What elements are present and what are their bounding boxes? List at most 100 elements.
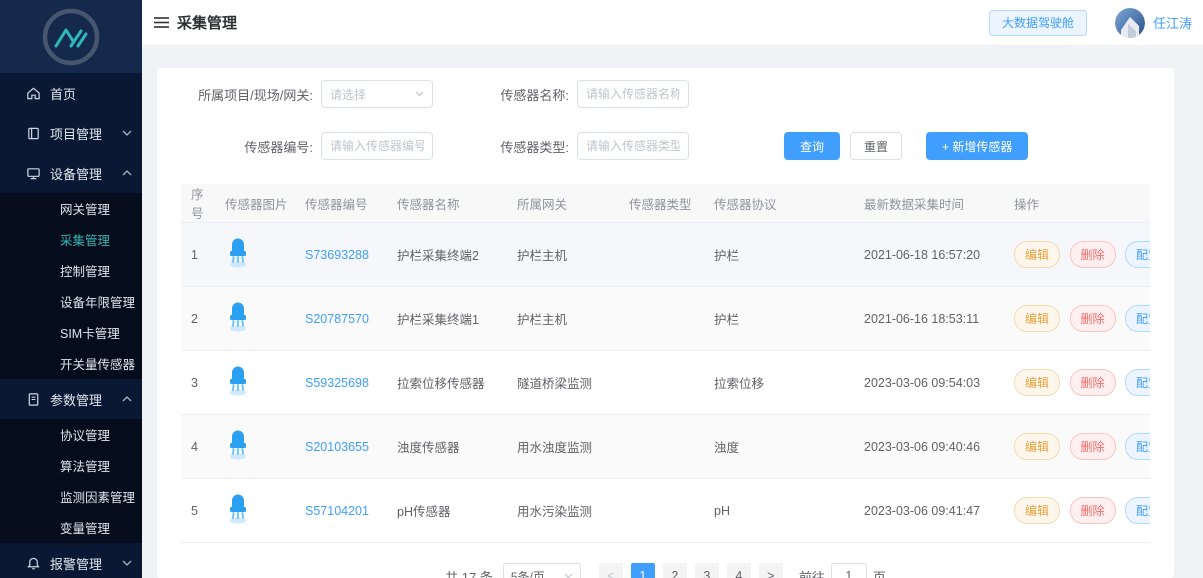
cell-index: 4 [181, 415, 215, 479]
table-row: 5 S57104201 pH传感器 用水污染监测 pH 2023-03-06 0… [181, 479, 1150, 543]
sidebar-item-label: 设备管理 [50, 164, 102, 183]
cell-protocol: 护栏 [704, 223, 854, 287]
project-select[interactable]: 请选择 [321, 80, 433, 108]
page-size-select[interactable]: 5条/页 [503, 563, 581, 578]
cell-code: S73693288 [295, 223, 387, 287]
cell-gateway: 护栏主机 [507, 287, 619, 351]
sidebar-item-variable-mgmt[interactable]: 变量管理 [0, 512, 142, 543]
cell-gateway: 护栏主机 [507, 223, 619, 287]
col-time: 最新数据采集时间 [854, 184, 1004, 223]
sidebar-item-device-age-mgmt[interactable]: 设备年限管理 [0, 286, 142, 317]
sidebar-item-alarm[interactable]: 报警管理 [0, 543, 142, 578]
sensor-code-input[interactable] [321, 132, 433, 160]
cell-type [619, 351, 704, 415]
chevron-up-icon [122, 170, 132, 176]
sidebar-item-protocol-mgmt[interactable]: 协议管理 [0, 419, 142, 450]
cell-code: S20787570 [295, 287, 387, 351]
bell-icon [26, 556, 41, 571]
avatar[interactable] [1115, 8, 1145, 38]
sidebar-item-params[interactable]: 参数管理 [0, 379, 142, 419]
big-data-dashboard-button[interactable]: 大数据驾驶舱 [989, 10, 1087, 36]
sidebar-item-monitor-factor-mgmt[interactable]: 监测因素管理 [0, 481, 142, 512]
top-header: 采集管理 大数据驾驶舱 任江涛 [142, 0, 1203, 45]
sidebar-item-collection-mgmt[interactable]: 采集管理 [0, 224, 142, 255]
table-row: 1 S73693288 护栏采集终端2 护栏主机 护栏 2021-06-18 1… [181, 223, 1150, 287]
cell-protocol: 护栏 [704, 287, 854, 351]
reset-button[interactable]: 重置 [850, 132, 902, 160]
sensor-icon [225, 366, 251, 396]
configure-range-button[interactable]: 配置量程 [1125, 433, 1150, 460]
delete-button[interactable]: 删除 [1070, 305, 1116, 332]
sensor-code-link[interactable]: S73693288 [305, 248, 369, 262]
table-body: 1 S73693288 护栏采集终端2 护栏主机 护栏 2021-06-18 1… [181, 223, 1150, 543]
cell-actions: 编辑 删除 配置量程 [1004, 351, 1150, 415]
cell-name: 护栏采集终端1 [387, 287, 507, 351]
configure-range-button[interactable]: 配置量程 [1125, 241, 1150, 268]
username[interactable]: 任江涛 [1153, 13, 1192, 32]
sidebar-item-switch-sensor[interactable]: 开关量传感器 [0, 348, 142, 379]
chevron-down-icon [564, 573, 573, 578]
cell-type [619, 287, 704, 351]
sensor-code-link[interactable]: S57104201 [305, 504, 369, 518]
page-button-1[interactable]: 1 [631, 563, 655, 578]
goto-page-input[interactable] [831, 563, 867, 578]
sensor-code-link[interactable]: S20103655 [305, 440, 369, 454]
sensor-code-link[interactable]: S20787570 [305, 312, 369, 326]
add-sensor-button[interactable]: + 新增传感器 [926, 132, 1028, 160]
hamburger-icon[interactable] [154, 16, 169, 29]
cell-type [619, 479, 704, 543]
project-select-placeholder: 请选择 [330, 86, 366, 103]
sensor-icon [225, 302, 251, 332]
cell-protocol: 拉索位移 [704, 351, 854, 415]
sidebar-item-home[interactable]: 首页 [0, 73, 142, 113]
col-type: 传感器类型 [619, 184, 704, 223]
sidebar-item-algorithm-mgmt[interactable]: 算法管理 [0, 450, 142, 481]
table-header: 序号 传感器图片 传感器编号 传感器名称 所属网关 传感器类型 传感器协议 最新… [181, 184, 1150, 223]
col-gateway: 所属网关 [507, 184, 619, 223]
cell-actions: 编辑 删除 配置量程 [1004, 287, 1150, 351]
delete-button[interactable]: 删除 [1070, 369, 1116, 396]
chevron-up-icon [122, 396, 132, 402]
sidebar-item-project[interactable]: 项目管理 [0, 113, 142, 153]
col-image: 传感器图片 [215, 184, 295, 223]
page-button-2[interactable]: 2 [663, 563, 687, 578]
edit-button[interactable]: 编辑 [1014, 305, 1060, 332]
chevron-down-icon [415, 91, 424, 97]
cell-protocol: 浊度 [704, 415, 854, 479]
edit-button[interactable]: 编辑 [1014, 433, 1060, 460]
sidebar-item-gateway-mgmt[interactable]: 网关管理 [0, 193, 142, 224]
sensor-icon [225, 430, 251, 460]
next-page-button[interactable]: > [759, 563, 783, 578]
page-button-4[interactable]: 4 [727, 563, 751, 578]
cell-image [215, 351, 295, 415]
sensor-code-link[interactable]: S59325698 [305, 376, 369, 390]
sensor-name-input[interactable] [577, 80, 689, 108]
edit-button[interactable]: 编辑 [1014, 497, 1060, 524]
cell-actions: 编辑 删除 配置量程 [1004, 223, 1150, 287]
delete-button[interactable]: 删除 [1070, 433, 1116, 460]
sidebar-item-control-mgmt[interactable]: 控制管理 [0, 255, 142, 286]
search-button[interactable]: 查询 [784, 132, 840, 160]
page-button-3[interactable]: 3 [695, 563, 719, 578]
cell-code: S20103655 [295, 415, 387, 479]
cell-gateway: 用水浊度监测 [507, 415, 619, 479]
edit-button[interactable]: 编辑 [1014, 369, 1060, 396]
sensor-type-input[interactable] [577, 132, 689, 160]
delete-button[interactable]: 删除 [1070, 241, 1116, 268]
main-area: 采集管理 大数据驾驶舱 任江涛 所属项目/现场/网关: [142, 0, 1203, 578]
cell-time: 2023-03-06 09:41:47 [854, 479, 1004, 543]
configure-range-button[interactable]: 配置量程 [1125, 497, 1150, 524]
table-row: 3 S59325698 拉索位移传感器 隧道桥梁监测 拉索位移 2023-03-… [181, 351, 1150, 415]
filter-buttons: 查询 重置 + 新增传感器 [784, 132, 1028, 160]
edit-button[interactable]: 编辑 [1014, 241, 1060, 268]
configure-range-button[interactable]: 配置量程 [1125, 305, 1150, 332]
sidebar-item-sim-mgmt[interactable]: SIM卡管理 [0, 317, 142, 348]
prev-page-button[interactable]: < [599, 563, 623, 578]
page-size-value: 5条/页 [511, 568, 545, 578]
filter-row-1: 所属项目/现场/网关: 请选择 传感器名称: [181, 80, 1150, 108]
sidebar-item-device[interactable]: 设备管理 [0, 153, 142, 193]
col-index: 序号 [181, 184, 215, 223]
configure-range-button[interactable]: 配置量程 [1125, 369, 1150, 396]
delete-button[interactable]: 删除 [1070, 497, 1116, 524]
goto-unit: 页 [873, 567, 886, 578]
